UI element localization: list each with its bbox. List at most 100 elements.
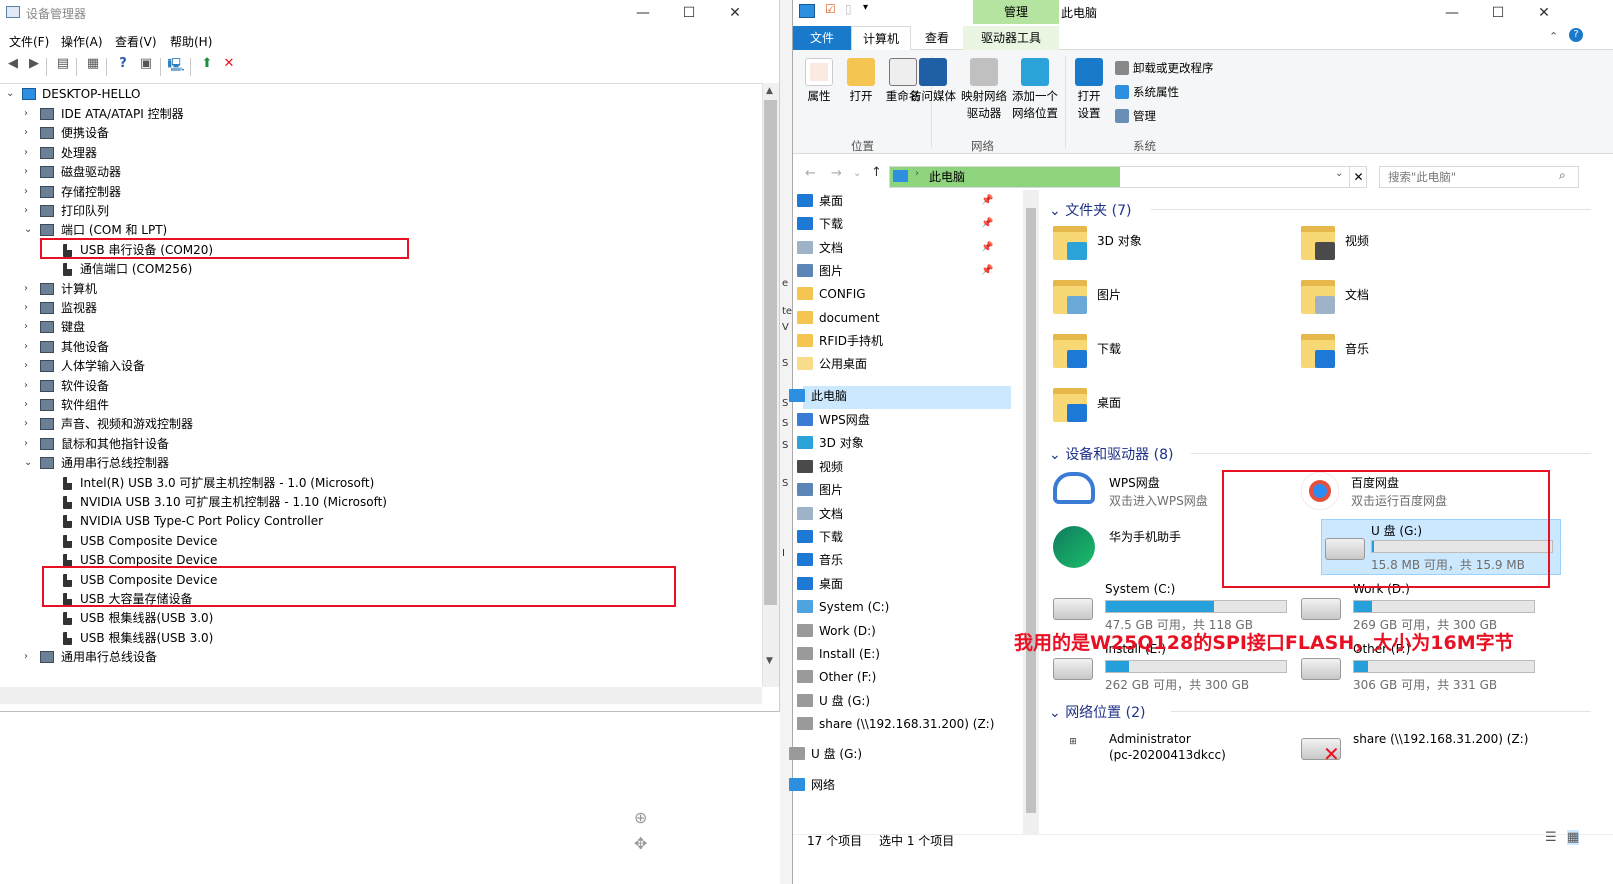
move-icon[interactable]: ✥ (634, 834, 647, 853)
tab-file[interactable]: 文件 (793, 26, 851, 50)
folder-tile[interactable]: 桌面 (1053, 388, 1283, 432)
scan-hardware-icon[interactable]: 🖳 (166, 56, 186, 78)
access-media-icon (919, 58, 947, 86)
folder-tile[interactable]: 音乐 (1301, 334, 1531, 378)
up-arrow-icon[interactable]: ↑ (871, 165, 882, 180)
minimize-button[interactable]: — (620, 0, 666, 26)
expand-icon[interactable]: › (24, 434, 36, 454)
close-button[interactable]: ✕ (1521, 0, 1567, 26)
maximize-button[interactable]: ☐ (666, 0, 712, 26)
pin-icon[interactable]: 📌 (981, 213, 993, 235)
horizontal-scrollbar[interactable] (0, 687, 762, 704)
address-dropdown-icon[interactable]: ⌄ (1335, 168, 1343, 179)
nav-scroll-thumb[interactable] (1026, 208, 1036, 813)
manage-button[interactable]: 管理 (1115, 105, 1156, 127)
properties-qa-icon[interactable]: ☑ (825, 2, 836, 16)
details-view-icon[interactable]: ▣ (136, 56, 156, 78)
collapse-icon[interactable]: ⌄ (24, 220, 36, 240)
add-network-location-button[interactable]: 添加一个 网络位置 (1009, 58, 1061, 122)
open-button[interactable]: 打开 (837, 58, 885, 105)
properties-button[interactable]: 属性 (795, 58, 843, 105)
new-folder-qa-icon[interactable]: ▯ (845, 2, 852, 16)
drive-tile[interactable]: Work (D:) 269 GB 可用，共 300 GB (1301, 582, 1541, 632)
tree-item-label: 便携设备 (61, 126, 110, 141)
scroll-up-icon[interactable]: ▲ (766, 86, 773, 96)
tab-view[interactable]: 查看 (911, 26, 963, 50)
network-group-header[interactable]: ⌄ 网络位置 (2) (1049, 702, 1145, 722)
back-arrow-icon[interactable]: ← (805, 166, 816, 181)
menu-action[interactable]: 操作(A) (61, 33, 103, 50)
expand-icon[interactable]: › (24, 104, 36, 124)
folders-group-header[interactable]: ⌄ 文件夹 (7) (1049, 200, 1131, 220)
tab-drive-tools[interactable]: 驱动器工具 (963, 26, 1059, 50)
clear-address-icon[interactable]: ✕ (1349, 166, 1367, 188)
nav-item-label: WPS网盘 (819, 413, 870, 427)
sliver-char: S (782, 398, 789, 409)
search-icon[interactable]: ⌕ (1559, 168, 1566, 183)
expand-icon[interactable]: › (24, 143, 36, 163)
list-view-icon[interactable]: ▦ (83, 56, 103, 78)
minimize-button[interactable]: — (1429, 0, 1475, 26)
network-location-admin[interactable]: ⊞ Administrator (pc-20200413dkcc) (1053, 730, 1293, 770)
pin-icon[interactable]: 📌 (981, 190, 993, 212)
expand-icon[interactable]: › (24, 201, 36, 221)
maximize-button[interactable]: ☐ (1475, 0, 1521, 26)
pin-icon[interactable]: 📌 (981, 237, 993, 259)
menu-file[interactable]: 文件(F) (9, 33, 49, 50)
breadcrumb-this-pc[interactable]: 此电脑 (929, 168, 965, 185)
collapse-icon[interactable]: ⌄ (6, 84, 18, 104)
drive-tile[interactable]: System (C:) 47.5 GB 可用，共 118 GB (1053, 582, 1293, 632)
menu-view[interactable]: 查看(V) (115, 33, 157, 50)
expand-icon[interactable]: › (24, 647, 36, 667)
tree-item-label: IDE ATA/ATAPI 控制器 (61, 107, 184, 121)
uninstall-device-icon[interactable]: ✕ (219, 56, 239, 78)
expand-icon[interactable]: › (24, 317, 36, 337)
expand-icon[interactable]: › (24, 298, 36, 318)
network-location-share[interactable]: ✕ share (\\192.168.31.200) (Z:) (1301, 730, 1581, 770)
menu-help[interactable]: 帮助(H) (170, 33, 212, 50)
network-admin-host: (pc-20200413dkcc) (1109, 748, 1226, 762)
scroll-down-icon[interactable]: ▼ (766, 656, 773, 666)
folder-tile[interactable]: 视频 (1301, 226, 1531, 270)
expand-icon[interactable]: › (24, 356, 36, 376)
devices-group-header[interactable]: ⌄ 设备和驱动器 (8) (1049, 444, 1173, 464)
details-view-icon[interactable]: ☰ (1545, 830, 1557, 845)
folder-tile[interactable]: 文档 (1301, 280, 1531, 324)
nav-item-icon (797, 600, 813, 614)
expand-icon[interactable]: › (24, 162, 36, 182)
uninstall-program-button[interactable]: 卸载或更改程序 (1115, 57, 1214, 79)
folder-tile[interactable]: 下载 (1053, 334, 1283, 378)
forward-arrow-icon[interactable]: → (831, 166, 842, 181)
collapse-icon[interactable]: ⌄ (24, 453, 36, 473)
close-button[interactable]: ✕ (712, 0, 758, 26)
collapse-ribbon-icon[interactable]: ⌃ (1549, 30, 1558, 43)
expand-icon[interactable]: › (24, 376, 36, 396)
access-media-button[interactable]: 访问媒体 (907, 58, 959, 105)
expand-icon[interactable]: › (24, 395, 36, 415)
expand-icon[interactable]: › (24, 337, 36, 357)
expand-icon[interactable]: › (24, 279, 36, 299)
system-properties-button[interactable]: 系统属性 (1115, 81, 1179, 103)
forward-arrow-icon[interactable]: ▶ (24, 56, 44, 78)
tree-scroll-thumb[interactable] (764, 100, 777, 605)
update-driver-icon[interactable]: ⬆ (197, 56, 217, 78)
open-settings-button[interactable]: 打开 设置 (1069, 58, 1109, 122)
qa-dropdown-icon[interactable]: ▾ (863, 2, 868, 13)
map-drive-button[interactable]: 映射网络 驱动器 (957, 58, 1011, 122)
expand-icon[interactable]: › (24, 182, 36, 202)
manage-context-tab[interactable]: 管理 (973, 0, 1059, 24)
recent-dropdown-icon[interactable]: ⌄ (853, 168, 861, 179)
tab-computer[interactable]: 计算机 (851, 26, 911, 50)
crosshair-icon[interactable]: ⊕ (634, 808, 647, 827)
folder-tile[interactable]: 图片 (1053, 280, 1283, 324)
expand-icon[interactable]: › (24, 123, 36, 143)
help-icon[interactable]: ? (1569, 28, 1583, 42)
tiles-view-icon[interactable]: ▦ (1567, 830, 1580, 845)
pin-icon[interactable]: 📌 (981, 260, 993, 282)
back-arrow-icon[interactable]: ◀ (3, 56, 23, 78)
folder-tile[interactable]: 3D 对象 (1053, 226, 1283, 270)
expand-icon[interactable]: › (24, 414, 36, 434)
help-icon[interactable]: ? (113, 56, 133, 78)
search-input[interactable]: 搜索"此电脑" (1379, 166, 1579, 188)
properties-view-icon[interactable]: ▤ (53, 56, 73, 78)
